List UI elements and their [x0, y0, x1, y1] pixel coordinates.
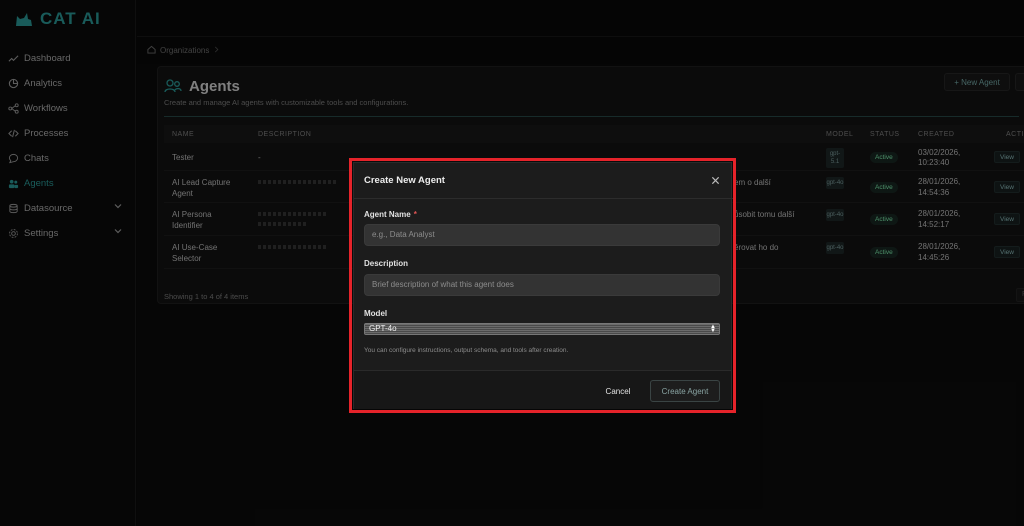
divider — [354, 198, 733, 199]
model-label: Model — [364, 309, 388, 318]
agent-name-input[interactable]: e.g., Data Analyst — [364, 224, 720, 246]
create-agent-button[interactable]: Create Agent — [650, 380, 720, 402]
model-select[interactable]: GPT-4o ▲ ▼ — [364, 323, 720, 335]
select-arrows-icon: ▲ ▼ — [710, 324, 716, 334]
agent-name-label: Agent Name * — [364, 210, 417, 219]
dialog-footer: Cancel Create Agent — [354, 370, 731, 409]
description-input[interactable]: Brief description of what this agent doe… — [364, 274, 720, 296]
dialog-title: Create New Agent — [364, 175, 445, 186]
create-agent-dialog: Create New Agent Agent Name * e.g., Data … — [353, 162, 733, 409]
cancel-button[interactable]: Cancel — [598, 382, 638, 400]
model-select-value: GPT-4o — [369, 324, 397, 333]
dialog-hint: You can configure instructions, output s… — [364, 347, 569, 354]
description-label: Description — [364, 259, 409, 268]
agent-name-label-text: Agent Name — [364, 210, 411, 219]
required-marker: * — [413, 210, 417, 219]
close-icon[interactable] — [709, 174, 721, 186]
